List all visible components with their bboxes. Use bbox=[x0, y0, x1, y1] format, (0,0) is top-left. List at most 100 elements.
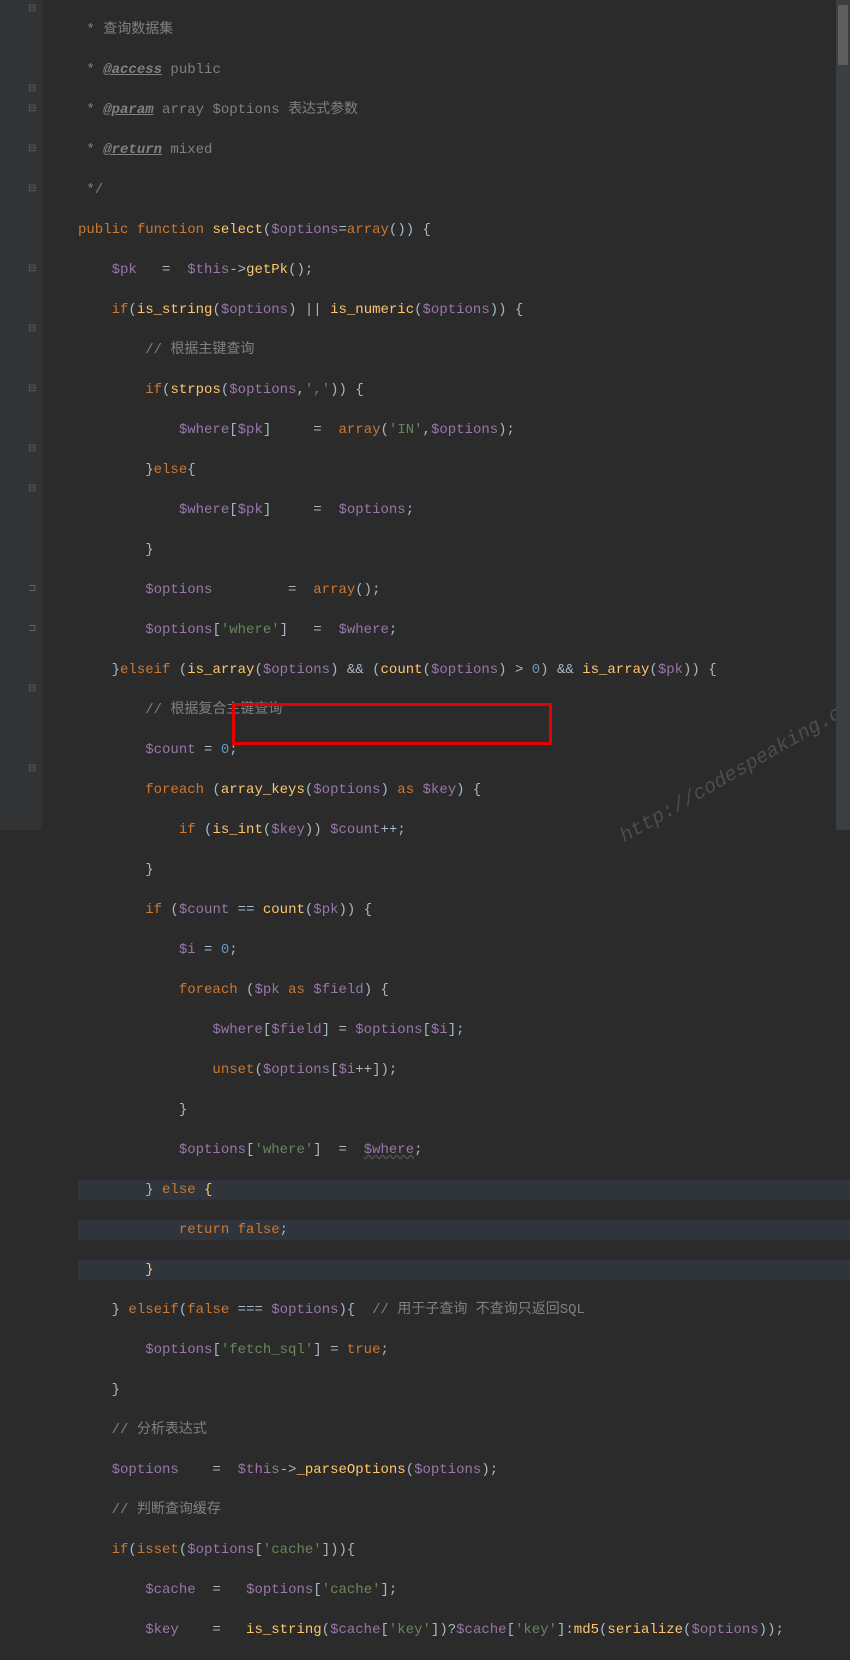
doctag: @param bbox=[103, 102, 153, 118]
var: $pk bbox=[112, 262, 137, 278]
str: 'fetch_sql' bbox=[221, 1342, 313, 1358]
kw: if bbox=[179, 822, 196, 838]
var: $options bbox=[221, 302, 288, 318]
kw: as bbox=[397, 782, 414, 798]
comment: public bbox=[162, 62, 221, 78]
fn: is_numeric bbox=[330, 302, 414, 318]
var: $pk bbox=[254, 982, 279, 998]
var: $options bbox=[431, 422, 498, 438]
fold-icon[interactable]: ⊟ bbox=[28, 680, 38, 690]
kw: if bbox=[145, 382, 162, 398]
bool: false bbox=[238, 1222, 280, 1238]
fold-icon[interactable]: ⊟ bbox=[28, 320, 38, 330]
kw: array bbox=[339, 422, 381, 438]
fold-icon[interactable]: ⊟ bbox=[28, 480, 38, 490]
var: $options bbox=[229, 382, 296, 398]
comment: // 根据主键查询 bbox=[145, 342, 254, 358]
kw: return bbox=[179, 1222, 229, 1238]
kw: elseif bbox=[120, 662, 170, 678]
var: $pk bbox=[658, 662, 683, 678]
var: $where bbox=[179, 422, 229, 438]
var: $where bbox=[212, 1022, 262, 1038]
fn: is_array bbox=[187, 662, 254, 678]
fn-name: select bbox=[212, 222, 262, 238]
fold-icon[interactable]: ⊟ bbox=[28, 180, 38, 190]
var: $count bbox=[179, 902, 229, 918]
kw: public bbox=[78, 222, 128, 238]
brace: } bbox=[145, 1262, 153, 1278]
fn: is_array bbox=[582, 662, 649, 678]
var: $where bbox=[364, 1142, 414, 1158]
kw: else bbox=[154, 462, 188, 478]
var: $this bbox=[238, 1462, 280, 1478]
var: $options bbox=[145, 582, 212, 598]
scrollbar-track[interactable] bbox=[836, 0, 850, 830]
scrollbar-thumb[interactable] bbox=[838, 5, 848, 65]
num: 0 bbox=[532, 662, 540, 678]
var: $options bbox=[339, 502, 406, 518]
var: $i bbox=[338, 1062, 355, 1078]
var: $options bbox=[423, 302, 490, 318]
fn: count bbox=[263, 902, 305, 918]
doctag: @access bbox=[103, 62, 162, 78]
var: $i bbox=[179, 942, 196, 958]
fold-icon[interactable]: ⊟ bbox=[28, 760, 38, 770]
fold-icon[interactable]: ⊟ bbox=[28, 260, 38, 270]
fn: is_int bbox=[212, 822, 262, 838]
str: 'key' bbox=[515, 1622, 557, 1638]
var: $key bbox=[423, 782, 457, 798]
fn: array_keys bbox=[221, 782, 305, 798]
var: $key bbox=[271, 822, 305, 838]
var: $options bbox=[414, 1462, 481, 1478]
str: 'cache' bbox=[263, 1542, 322, 1558]
kw: else bbox=[162, 1182, 196, 1198]
var: $key bbox=[145, 1622, 179, 1638]
fn: count bbox=[381, 662, 423, 678]
code-content[interactable]: * 查询数据集 * @access public * @param array … bbox=[42, 0, 850, 830]
fn: is_string bbox=[246, 1622, 322, 1638]
fold-icon[interactable]: ⊟ bbox=[28, 440, 38, 450]
var: $options bbox=[271, 1302, 338, 1318]
comment: // 分析表达式 bbox=[112, 1422, 207, 1438]
comment: * bbox=[78, 142, 103, 158]
num: 0 bbox=[221, 942, 229, 958]
kw: if bbox=[112, 302, 129, 318]
fn: is_string bbox=[137, 302, 213, 318]
var: $options bbox=[263, 662, 330, 678]
fold-icon[interactable]: ⊟ bbox=[28, 100, 38, 110]
kw: isset bbox=[137, 1542, 179, 1558]
var: $options bbox=[145, 1342, 212, 1358]
comment: // 用于子查询 不查询只返回SQL bbox=[372, 1302, 585, 1318]
var: $options bbox=[246, 1582, 313, 1598]
var: $options bbox=[263, 1062, 330, 1078]
brace: { bbox=[204, 1182, 212, 1198]
var: $options bbox=[187, 1542, 254, 1558]
comment: mixed bbox=[162, 142, 212, 158]
kw: function bbox=[137, 222, 204, 238]
fold-icon[interactable]: ⊟ bbox=[28, 380, 38, 390]
var: $count bbox=[330, 822, 380, 838]
fn: strpos bbox=[170, 382, 220, 398]
var: $options bbox=[179, 1142, 246, 1158]
doctag: @return bbox=[103, 142, 162, 158]
fold-icon[interactable]: ⊐ bbox=[28, 620, 38, 630]
fn: md5 bbox=[574, 1622, 599, 1638]
str: 'cache' bbox=[322, 1582, 381, 1598]
kw: if bbox=[145, 902, 162, 918]
var: $count bbox=[145, 742, 195, 758]
fold-icon[interactable]: ⊐ bbox=[28, 580, 38, 590]
kw: foreach bbox=[145, 782, 204, 798]
var: $pk bbox=[238, 502, 263, 518]
fn: getPk bbox=[246, 262, 288, 278]
comment: array $options 表达式参数 bbox=[154, 102, 358, 118]
var: $options bbox=[431, 662, 498, 678]
var: $this bbox=[187, 262, 229, 278]
comment: * bbox=[78, 62, 103, 78]
fold-icon[interactable]: ⊟ bbox=[28, 140, 38, 150]
fold-icon[interactable]: ⊟ bbox=[28, 80, 38, 90]
num: 0 bbox=[221, 742, 229, 758]
str: 'IN' bbox=[389, 422, 423, 438]
fold-icon[interactable]: ⊟ bbox=[28, 0, 38, 10]
str: 'key' bbox=[389, 1622, 431, 1638]
kw: if bbox=[112, 1542, 129, 1558]
